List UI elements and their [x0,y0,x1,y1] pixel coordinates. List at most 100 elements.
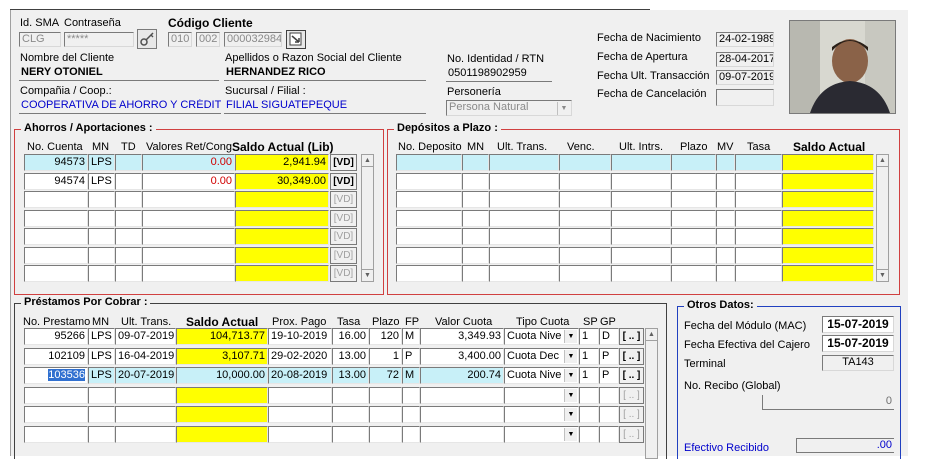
loan-number-cell[interactable]: 102109 [24,347,88,365]
loan-detail-button[interactable]: [ .. ] [619,386,644,404]
loan-type-select[interactable]: ▼ [504,425,579,443]
loan-type-select[interactable]: ▼ [504,386,579,404]
id-sma-field[interactable]: CLG [19,32,61,47]
savings-account-cell[interactable] [24,265,88,282]
personeria-select[interactable]: Persona Natural ▼ [446,100,572,116]
receipt-field[interactable]: 0 [762,395,894,410]
client-code-b[interactable]: 002 [196,32,220,47]
loan-number-cell[interactable] [24,386,88,404]
deposit-cell[interactable] [671,246,716,264]
key-icon[interactable] [137,29,157,49]
client-code-a[interactable]: 010 [168,32,192,47]
deposit-cell[interactable] [716,154,735,171]
deposit-cell[interactable] [671,209,716,227]
deposit-cell[interactable] [396,228,462,245]
savings-account-cell[interactable] [24,191,88,208]
deposit-cell[interactable] [396,265,462,282]
deposit-cell[interactable] [782,172,874,190]
deposit-cell[interactable] [716,209,735,227]
deposit-cell[interactable] [462,191,489,208]
deposit-cell[interactable] [559,209,611,227]
deposit-cell[interactable] [611,265,671,282]
view-detail-button[interactable]: [VD] [330,265,357,282]
deposit-cell[interactable] [396,191,462,208]
chevron-down-icon[interactable]: ▼ [564,330,577,343]
deposit-cell[interactable] [611,172,671,190]
deposit-cell[interactable] [716,191,735,208]
deposit-cell[interactable] [782,154,874,171]
cash-field[interactable]: .00 [796,438,894,453]
chevron-down-icon[interactable]: ▼ [564,408,577,421]
deposit-cell[interactable] [782,265,874,282]
chevron-down-icon[interactable]: ▼ [557,102,570,115]
view-detail-button[interactable]: [VD] [330,246,357,264]
deposit-cell[interactable] [396,246,462,264]
loan-detail-button[interactable]: [ .. ] [619,347,644,365]
deposit-cell[interactable] [735,228,782,245]
deposit-cell[interactable] [489,154,559,171]
deposit-cell[interactable] [462,172,489,190]
loan-detail-button[interactable]: [ .. ] [619,425,644,443]
loans-scrollbar[interactable] [645,328,658,459]
deposit-cell[interactable] [489,209,559,227]
deposit-cell[interactable] [611,209,671,227]
deposits-scrollbar[interactable] [876,154,889,282]
deposit-cell[interactable] [735,172,782,190]
deposit-cell[interactable] [671,172,716,190]
deposit-cell[interactable] [462,209,489,227]
deposit-cell[interactable] [611,191,671,208]
deposit-cell[interactable] [559,246,611,264]
loan-number-cell[interactable] [24,425,88,443]
deposit-cell[interactable] [716,172,735,190]
deposit-cell[interactable] [782,191,874,208]
loan-type-select[interactable]: Cuota Nive ▼ [504,367,579,384]
deposit-cell[interactable] [735,191,782,208]
deposit-cell[interactable] [489,246,559,264]
view-detail-button[interactable]: [VD] [330,209,357,227]
deposit-cell[interactable] [735,246,782,264]
deposit-cell[interactable] [735,265,782,282]
deposit-cell[interactable] [559,172,611,190]
deposit-cell[interactable] [782,209,874,227]
savings-account-cell[interactable] [24,246,88,264]
savings-scrollbar[interactable] [361,154,374,282]
view-detail-button[interactable]: [VD] [330,191,357,208]
loan-number-cell[interactable] [24,406,88,423]
deposit-cell[interactable] [735,209,782,227]
chevron-down-icon[interactable]: ▼ [564,349,577,363]
scroll-down-icon[interactable]: ▼ [361,269,374,282]
deposit-cell[interactable] [716,228,735,245]
password-field[interactable]: ***** [64,32,134,47]
deposit-cell[interactable] [671,265,716,282]
loan-detail-button[interactable]: [ .. ] [619,406,644,423]
view-detail-button[interactable]: [VD] [330,228,357,245]
scroll-up-icon[interactable]: ▲ [645,328,658,341]
loan-type-select[interactable]: Cuota Dec ▼ [504,347,579,365]
savings-account-cell[interactable] [24,228,88,245]
deposit-cell[interactable] [489,228,559,245]
deposit-cell[interactable] [489,265,559,282]
deposit-cell[interactable] [735,154,782,171]
loan-type-select[interactable]: ▼ [504,406,579,423]
scroll-up-icon[interactable]: ▲ [361,154,374,167]
deposit-cell[interactable] [559,154,611,171]
scroll-up-icon[interactable]: ▲ [876,154,889,167]
chevron-down-icon[interactable]: ▼ [564,427,577,441]
deposit-cell[interactable] [559,228,611,245]
savings-account-cell[interactable] [24,209,88,227]
scroll-down-icon[interactable]: ▼ [876,269,889,282]
chevron-down-icon[interactable]: ▼ [564,369,577,382]
deposit-cell[interactable] [489,191,559,208]
loan-number-cell[interactable]: 103536 [24,367,88,384]
search-client-icon[interactable] [286,30,306,49]
savings-account-cell[interactable]: 94573 [24,154,88,171]
deposit-cell[interactable] [489,172,559,190]
savings-account-cell[interactable]: 94574 [24,172,88,190]
deposit-cell[interactable] [782,228,874,245]
loan-detail-button[interactable]: [ .. ] [619,367,644,384]
deposit-cell[interactable] [611,246,671,264]
deposit-cell[interactable] [782,246,874,264]
deposit-cell[interactable] [396,154,462,171]
deposit-cell[interactable] [559,191,611,208]
deposit-cell[interactable] [671,228,716,245]
